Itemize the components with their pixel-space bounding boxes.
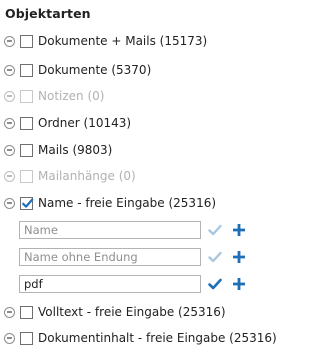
checkbox-name-freie-eingabe[interactable] [20,196,34,210]
confirm-check-button[interactable] [205,220,225,240]
checkbox-dokumente[interactable] [20,63,33,77]
checkbox-notizen [20,89,33,103]
collapse-minus-icon[interactable] [4,332,15,344]
check-icon [208,278,222,290]
collapse-minus-icon[interactable] [4,117,15,129]
item-label: Mails (9803) [38,143,113,157]
list-item-name-freie-eingabe[interactable]: Name - freie Eingabe (25316) [4,193,216,213]
collapse-minus-icon [4,170,15,182]
check-icon [208,224,222,236]
collapse-minus-icon[interactable] [4,144,15,156]
add-plus-button[interactable] [229,274,249,294]
name-ohne-endung-input-row [19,247,249,267]
collapse-minus-icon[interactable] [4,306,15,318]
checkmark-icon [22,198,34,208]
item-label: Ordner (10143) [38,116,132,130]
list-item-volltext[interactable]: Volltext - freie Eingabe (25316) [4,302,226,322]
extension-input-row [19,274,249,294]
add-plus-button[interactable] [229,247,249,267]
item-label: Name - freie Eingabe (25316) [38,196,217,210]
collapse-minus-icon [4,90,15,102]
list-item-notizen: Notizen (0) [4,86,104,106]
checkbox-mails[interactable] [20,143,33,157]
name-ohne-endung-input[interactable] [19,248,201,266]
checkbox-volltext[interactable] [20,305,33,319]
check-icon [208,251,222,263]
extension-input[interactable] [19,275,201,293]
list-item-dokumente-mails[interactable]: Dokumente + Mails (15173) [4,31,207,51]
plus-icon [233,224,245,236]
list-item-dokumente[interactable]: Dokumente (5370) [4,60,151,80]
item-label: Dokumentinhalt - freie Eingabe (25316) [38,331,277,345]
checkbox-dokumentinhalt[interactable] [20,331,33,345]
list-item-ordner[interactable]: Ordner (10143) [4,113,131,133]
list-item-mails[interactable]: Mails (9803) [4,140,112,160]
item-label: Volltext - freie Eingabe (25316) [38,305,226,319]
objektarten-panel: Objektarten Dokumente + Mails (15173) Do… [0,0,277,356]
checkbox-dokumente-mails[interactable] [20,34,33,48]
item-label: Notizen (0) [38,89,105,103]
collapse-minus-icon[interactable] [4,197,15,209]
list-item-dokumentinhalt[interactable]: Dokumentinhalt - freie Eingabe (25316) [4,328,277,348]
item-label: Dokumente + Mails (15173) [38,34,208,48]
checkbox-mailanhaenge [20,169,33,183]
name-input-row [19,220,249,240]
checkbox-ordner[interactable] [20,116,33,130]
panel-title: Objektarten [5,6,91,21]
item-label: Mailanhänge (0) [38,169,136,183]
collapse-minus-icon[interactable] [4,64,15,76]
name-input[interactable] [19,221,201,239]
item-label: Dokumente (5370) [38,63,152,77]
plus-icon [233,278,245,290]
confirm-check-button[interactable] [205,247,225,267]
add-plus-button[interactable] [229,220,249,240]
plus-icon [233,251,245,263]
list-item-mailanhaenge: Mailanhänge (0) [4,166,136,186]
confirm-check-button[interactable] [205,274,225,294]
collapse-minus-icon[interactable] [4,35,15,47]
